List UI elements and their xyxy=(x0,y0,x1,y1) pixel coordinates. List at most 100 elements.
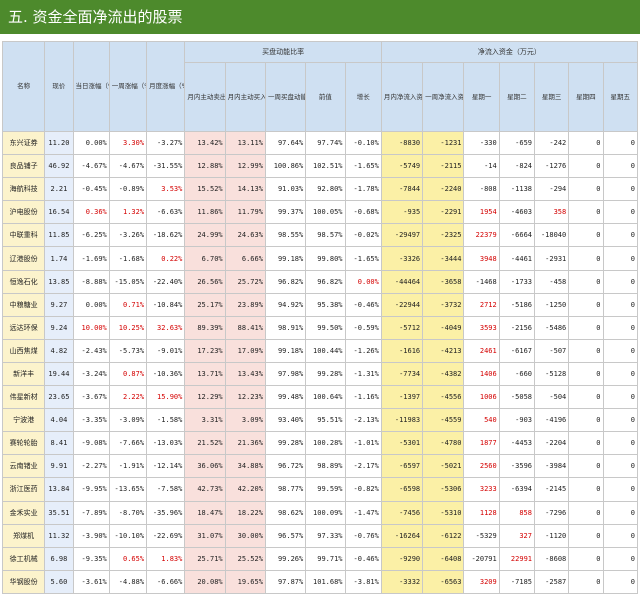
week-net-inflow-cell: -1231 xyxy=(422,130,465,156)
table-row: 东兴证券 11.20 0.00% 3.30% -3.27% 13.42% 13.11% 97.… xyxy=(1,130,638,156)
col-header: 一周买盘动能 xyxy=(264,62,307,132)
month-change-cell: -35.96% xyxy=(146,500,186,525)
tue-inflow-cell: -4461 xyxy=(498,246,536,271)
month-change-cell: 32.63% xyxy=(146,315,186,340)
week-buy-momentum-cell: 98.55% xyxy=(264,223,307,248)
week-net-inflow-cell: -2325 xyxy=(422,223,465,248)
tue-inflow-cell: -4603 xyxy=(498,200,536,225)
week-net-inflow-cell: -4049 xyxy=(422,315,465,340)
week-change-cell: 0.65% xyxy=(108,546,148,571)
growth-cell: -0.10% xyxy=(344,130,382,156)
wed-inflow-cell: 358 xyxy=(533,200,570,225)
group-header-net-inflow: 净流入资金（万元） xyxy=(380,41,639,63)
week-net-inflow-cell: -2115 xyxy=(422,154,465,179)
tue-inflow-cell: -659 xyxy=(498,130,536,156)
page-title: 五. 资金全面净流出的股票 xyxy=(0,0,640,34)
wed-inflow-cell: -3984 xyxy=(533,454,570,479)
stock-name-cell: 郑煤机 xyxy=(1,523,46,548)
wed-inflow-cell: -7296 xyxy=(533,500,570,525)
week-buy-momentum-cell: 100.86% xyxy=(264,154,307,179)
mon-inflow-cell: 1877 xyxy=(463,431,500,456)
day-change-cell: -8.88% xyxy=(72,269,110,294)
wed-inflow-cell: -2204 xyxy=(533,431,570,456)
week-buy-momentum-cell: 91.03% xyxy=(264,177,307,202)
mon-inflow-cell: 3948 xyxy=(463,246,500,271)
day-change-cell: -2.27% xyxy=(72,454,110,479)
week-change-cell: -7.66% xyxy=(108,431,148,456)
month-net-inflow-cell: -44464 xyxy=(380,269,424,294)
week-buy-momentum-cell: 99.37% xyxy=(264,200,307,225)
stock-name-cell: 辽港股份 xyxy=(1,246,46,271)
growth-cell: -2.17% xyxy=(344,454,382,479)
month-sell-ratio-cell: 13.42% xyxy=(184,130,226,156)
col-header: 一周净流入资金 xyxy=(422,62,465,132)
stock-table: 名称 现价 当日涨幅（%） 一周涨幅（%） 月度涨幅（%） 买盘动能比率 净流入… xyxy=(1,41,639,594)
month-buy-ratio-cell: 12.23% xyxy=(224,385,266,410)
month-sell-ratio-cell: 17.23% xyxy=(184,338,226,363)
month-change-cell: -22.40% xyxy=(146,269,186,294)
week-change-cell: -4.67% xyxy=(108,154,148,179)
month-buy-ratio-cell: 11.79% xyxy=(224,200,266,225)
day-change-cell: 10.00% xyxy=(72,315,110,340)
month-change-cell: -22.69% xyxy=(146,523,186,548)
fri-inflow-cell: 0 xyxy=(602,338,638,363)
thu-inflow-cell: 0 xyxy=(568,223,604,248)
price-cell: 46.92 xyxy=(44,154,74,179)
month-buy-ratio-cell: 25.72% xyxy=(224,269,266,294)
month-buy-ratio-cell: 21.36% xyxy=(224,431,266,456)
fri-inflow-cell: 0 xyxy=(602,477,638,502)
month-sell-ratio-cell: 89.39% xyxy=(184,315,226,340)
thu-inflow-cell: 0 xyxy=(568,315,604,340)
table-row: 郑煤机 11.32 -3.90% -10.10% -22.69% 31.07% 30.00%… xyxy=(1,523,638,548)
week-change-cell: 3.30% xyxy=(108,130,148,156)
stock-name-cell: 中联重科 xyxy=(1,223,46,248)
month-buy-ratio-cell: 12.99% xyxy=(224,154,266,179)
week-net-inflow-cell: -2291 xyxy=(422,200,465,225)
month-buy-ratio-cell: 34.88% xyxy=(224,454,266,479)
month-change-cell: -6.63% xyxy=(146,200,186,225)
prev-value-cell: 97.74% xyxy=(305,130,346,156)
prev-value-cell: 100.09% xyxy=(305,500,346,525)
col-header: 月内主动卖出占比 xyxy=(184,62,226,132)
fri-inflow-cell: 0 xyxy=(602,431,638,456)
table-row: 宁波港 4.04 -3.35% -3.09% -1.58% 3.31% 3.09% 93.40… xyxy=(1,408,638,433)
tue-inflow-cell: -5186 xyxy=(498,292,536,317)
growth-cell: -1.26% xyxy=(344,338,382,363)
prev-value-cell: 100.05% xyxy=(305,200,346,225)
thu-inflow-cell: 0 xyxy=(568,269,604,294)
wed-inflow-cell: -4196 xyxy=(533,408,570,433)
fri-inflow-cell: 0 xyxy=(602,200,638,225)
growth-cell: -1.01% xyxy=(344,431,382,456)
week-change-cell: 1.32% xyxy=(108,200,148,225)
col-header: 当日涨幅（%） xyxy=(72,41,110,132)
stock-name-cell: 海航科技 xyxy=(1,177,46,202)
week-buy-momentum-cell: 99.48% xyxy=(264,385,307,410)
wed-inflow-cell: -2587 xyxy=(533,569,570,594)
week-net-inflow-cell: -5310 xyxy=(422,500,465,525)
prev-value-cell: 101.68% xyxy=(305,569,346,594)
tue-inflow-cell: -6167 xyxy=(498,338,536,363)
tue-inflow-cell: -2156 xyxy=(498,315,536,340)
month-net-inflow-cell: -3326 xyxy=(380,246,424,271)
table-row: 远达环保 9.24 10.00% 10.25% 32.63% 89.39% 88.41% 98… xyxy=(1,315,638,340)
fri-inflow-cell: 0 xyxy=(602,292,638,317)
col-header: 增长 xyxy=(344,62,382,132)
month-net-inflow-cell: -3332 xyxy=(380,569,424,594)
wed-inflow-cell: -18040 xyxy=(533,223,570,248)
week-change-cell: 0.71% xyxy=(108,292,148,317)
tue-inflow-cell: -903 xyxy=(498,408,536,433)
growth-cell: -1.65% xyxy=(344,246,382,271)
table-row: 伟星新材 23.65 -3.67% 2.22% 15.90% 12.29% 12.23% 99… xyxy=(1,385,638,410)
month-net-inflow-cell: -6598 xyxy=(380,477,424,502)
stock-name-cell: 远达环保 xyxy=(1,315,46,340)
month-sell-ratio-cell: 13.71% xyxy=(184,361,226,387)
stock-name-cell: 徐工机械 xyxy=(1,546,46,571)
month-buy-ratio-cell: 6.66% xyxy=(224,246,266,271)
mon-inflow-cell: -330 xyxy=(463,130,500,156)
col-header: 一周涨幅（%） xyxy=(108,41,148,132)
wed-inflow-cell: -504 xyxy=(533,385,570,410)
fri-inflow-cell: 0 xyxy=(602,500,638,525)
month-sell-ratio-cell: 25.17% xyxy=(184,292,226,317)
prev-value-cell: 100.28% xyxy=(305,431,346,456)
mon-inflow-cell: -808 xyxy=(463,177,500,202)
